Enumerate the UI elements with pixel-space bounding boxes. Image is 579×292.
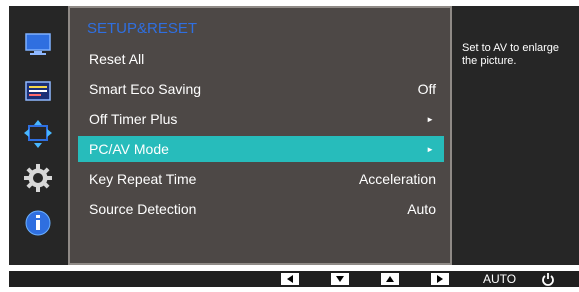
right-arrow-icon[interactable] — [431, 273, 449, 285]
chevron-right-icon: ► — [426, 145, 434, 154]
monitor-icon[interactable] — [23, 30, 53, 58]
menu-title: SETUP&RESET — [87, 20, 198, 37]
menu-item-value: Acceleration — [358, 171, 436, 187]
bottom-control-bar: AUTO — [9, 271, 579, 287]
up-arrow-icon[interactable] — [381, 273, 399, 285]
menu-item-value: Auto — [407, 201, 436, 217]
menu-item-smart-eco-saving[interactable]: Smart Eco Saving Off — [78, 76, 444, 102]
menu-item-pc-av-mode[interactable]: PC/AV Mode ► — [78, 136, 444, 162]
menu-item-value: Off — [417, 81, 436, 97]
menu-item-label: Reset All — [89, 51, 145, 67]
osd-menu: SETUP&RESET Reset All Smart Eco Saving O… — [9, 6, 579, 265]
menu-item-reset-all[interactable]: Reset All — [78, 46, 444, 72]
menu-item-label: Smart Eco Saving — [89, 81, 202, 97]
sidebar — [9, 6, 68, 265]
menu-item-label: Off Timer Plus — [89, 111, 178, 127]
menu-item-source-detection[interactable]: Source Detection Auto — [78, 196, 444, 222]
gear-icon[interactable] — [23, 164, 53, 192]
setup-reset-panel: SETUP&RESET Reset All Smart Eco Saving O… — [68, 6, 452, 265]
chevron-right-icon: ► — [426, 115, 434, 124]
menu-item-label: Key Repeat Time — [89, 171, 197, 187]
power-icon[interactable] — [540, 271, 556, 287]
left-arrow-icon[interactable] — [281, 273, 299, 285]
menu-item-key-repeat-time[interactable]: Key Repeat Time Acceleration — [78, 166, 444, 192]
size-position-icon[interactable] — [23, 120, 53, 148]
down-arrow-icon[interactable] — [331, 273, 349, 285]
help-text: Set to AV to enlarge the picture. — [462, 42, 560, 67]
menu-item-off-timer-plus[interactable]: Off Timer Plus ► — [78, 106, 444, 132]
menu-item-label: PC/AV Mode — [89, 141, 169, 157]
display-adjust-icon[interactable] — [23, 77, 53, 105]
menu-item-label: Source Detection — [89, 201, 197, 217]
auto-button[interactable]: AUTO — [483, 272, 516, 286]
info-icon[interactable] — [23, 209, 53, 237]
